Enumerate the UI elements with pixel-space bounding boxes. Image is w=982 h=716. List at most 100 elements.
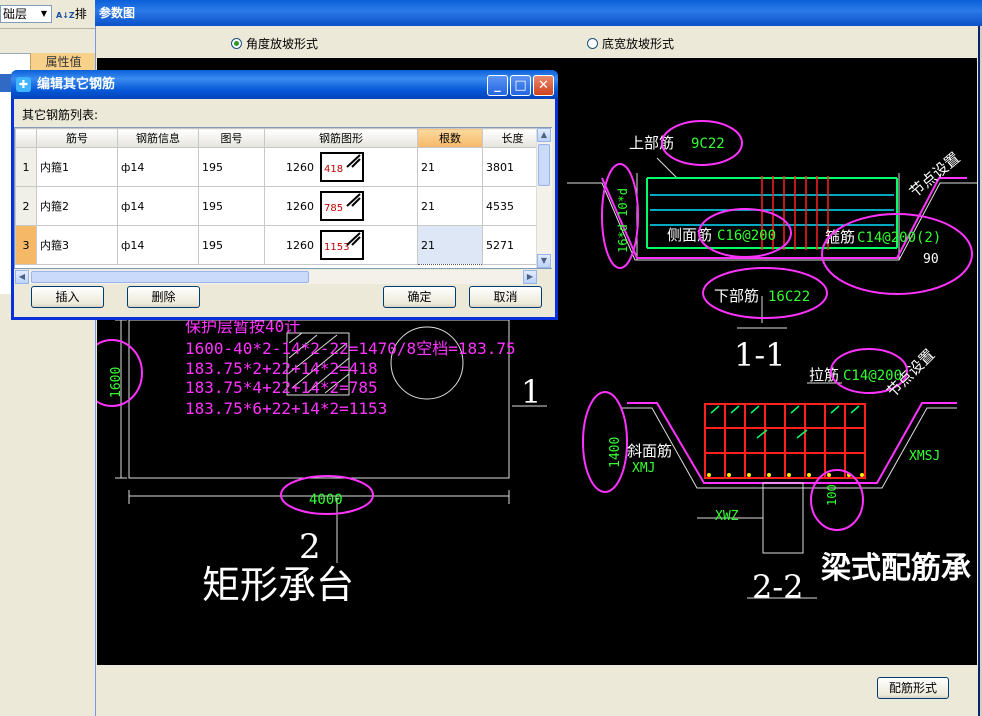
close-button[interactable]: ✕ [533,75,554,96]
param-window-title: 参数图 [95,0,982,26]
rect-cap-title: 矩形承台 [202,563,354,607]
col-header-info[interactable]: 钢筋信息 [117,128,199,148]
radio-dot-icon [587,38,598,49]
col-header-shape[interactable]: 钢筋图形 [264,128,418,148]
cell-fig[interactable]: 195 [198,147,265,187]
stirrup-shape-icon: 418 [320,152,364,182]
bottom-bar-label: 下部筋 [714,287,759,305]
rebar-shape: 1260 418 [268,152,414,182]
col-header-length[interactable]: 长度 [482,128,543,148]
minimize-icon: _ [494,78,501,93]
cell-shape[interactable]: 1260 785 [264,186,418,226]
close-icon: ✕ [538,78,549,93]
col-header-rownum [15,128,37,148]
row-number[interactable]: 3 [15,225,37,265]
rebar-shape: 1260 785 [268,191,414,221]
cell-fig[interactable]: 195 [198,186,265,226]
delete-button[interactable]: 删除 [127,286,200,308]
cell-info[interactable]: ф14 [117,147,199,187]
side-bar-label: 侧面筋 [667,226,712,244]
anchor-label: 16*d 10*d [616,188,630,253]
top-bar-value: 9C22 [691,136,725,152]
maximize-icon: □ [514,78,527,93]
stirrup-value: C14@200(2) [857,230,941,246]
bottom-bar-value: 16C22 [768,289,810,305]
table-row[interactable]: 2 内箍2 ф14 195 1260 785 21 4535 [15,186,543,226]
shape-value: 1260 [286,238,314,252]
scroll-down-icon[interactable]: ▼ [537,254,551,268]
height-1400-text: 1400 [608,437,623,468]
ok-button[interactable]: 确定 [383,286,456,308]
cell-no[interactable]: 内箍1 [36,147,118,187]
section-1-1-label: 1-1 [734,336,786,374]
cell-fig[interactable]: 195 [198,225,265,265]
col-header-no[interactable]: 筋号 [36,128,118,148]
cell-length[interactable]: 5271 [482,225,543,265]
stirrup-shape-icon: 785 [320,191,364,221]
calc-line-1: 1600-40*2-14*2-22=1470/8空档=183.75 [185,339,516,358]
xwz-label: XWZ [715,509,739,524]
dialog-title: 编辑其它钢筋 [11,70,558,99]
cancel-button[interactable]: 取消 [469,286,542,308]
table-header-row: 筋号 钢筋信息 图号 钢筋图形 根数 长度 [15,128,543,148]
rebar-table: 筋号 钢筋信息 图号 钢筋图形 根数 长度 1 内箍1 ф14 195 1260… [14,127,552,269]
rebar-table-grid: 筋号 钢筋信息 图号 钢筋图形 根数 长度 1 内箍1 ф14 195 1260… [15,128,543,265]
angle-value: 90 [923,252,939,267]
rebar-shape: 1260 1153 [268,230,414,260]
col-header-count[interactable]: 根数 [417,128,483,148]
minimize-button[interactable]: _ [487,75,508,96]
col-header-fig[interactable]: 图号 [198,128,265,148]
scroll-up-icon[interactable]: ▲ [537,128,551,142]
shape-number: 418 [324,164,344,175]
horizontal-scrollbar[interactable]: ◀ ▶ [15,270,537,284]
cell-count[interactable]: 21 [417,186,483,226]
stirrup-shape-icon: 1153 [320,230,364,260]
radio-base-label: 底宽放坡形式 [602,37,675,51]
side-bar-value: C16@200 [717,228,776,244]
vertical-scrollbar[interactable]: ▲ ▼ [536,128,552,268]
vertical-scroll-thumb[interactable] [538,144,550,186]
scroll-right-icon[interactable]: ▶ [523,270,537,284]
maximize-button[interactable]: □ [510,75,531,96]
cell-count[interactable]: 21 [417,147,483,187]
cell-info[interactable]: ф14 [117,225,199,265]
radio-angle-slope[interactable]: 角度放坡形式 [231,35,318,52]
top-bar-label: 上部筋 [629,134,674,152]
view-2-label: 2 [299,527,321,567]
radio-dot-icon [231,38,242,49]
cell-no[interactable]: 内箍2 [36,186,118,226]
section-2-2-label: 2-2 [752,568,804,606]
cell-shape[interactable]: 1260 1153 [264,225,418,265]
table-row[interactable]: 1 内箍1 ф14 195 1260 418 21 3801 [15,147,543,187]
xmj-label: XMJ [632,461,655,476]
layer-select[interactable]: 础层 ▼ [0,5,52,23]
row-number[interactable]: 2 [15,186,37,226]
sort-button[interactable]: A↓Z排 [56,5,94,23]
sort-label: 排 [74,7,87,21]
dim-100-text: 100 [825,484,839,506]
cell-count-selected[interactable]: 21 [417,225,483,265]
row-number[interactable]: 1 [15,147,37,187]
shape-number: 785 [324,203,344,214]
radio-base-width-slope[interactable]: 底宽放坡形式 [587,35,674,52]
cell-length[interactable]: 4535 [482,186,543,226]
calc-line-4: 183.75*6+22+14*2=1153 [185,399,387,418]
table-row-selected[interactable]: 3 内箍3 ф14 195 1260 1153 21 5271 [15,225,543,265]
calc-line-3: 183.75*4+22+14*2=785 [185,378,378,397]
cell-info[interactable]: ф14 [117,186,199,226]
chevron-down-icon: ▼ [40,9,48,18]
shape-value: 1260 [286,160,314,174]
width-4000-text: 4000 [309,492,343,508]
insert-button[interactable]: 插入 [31,286,104,308]
scroll-left-icon[interactable]: ◀ [15,270,29,284]
radio-angle-label: 角度放坡形式 [246,37,319,51]
pile-circle [390,326,464,400]
property-value-header: 属性值 [30,53,96,71]
cell-shape[interactable]: 1260 418 [264,147,418,187]
sort-az-icon: A↓Z [56,11,75,20]
cell-no[interactable]: 内箍3 [36,225,118,265]
xmsj-label: XMSJ [909,449,940,464]
horizontal-scroll-thumb[interactable] [31,271,309,283]
cell-length[interactable]: 3801 [482,147,543,187]
rebar-form-button[interactable]: 配筋形式 [877,677,949,699]
